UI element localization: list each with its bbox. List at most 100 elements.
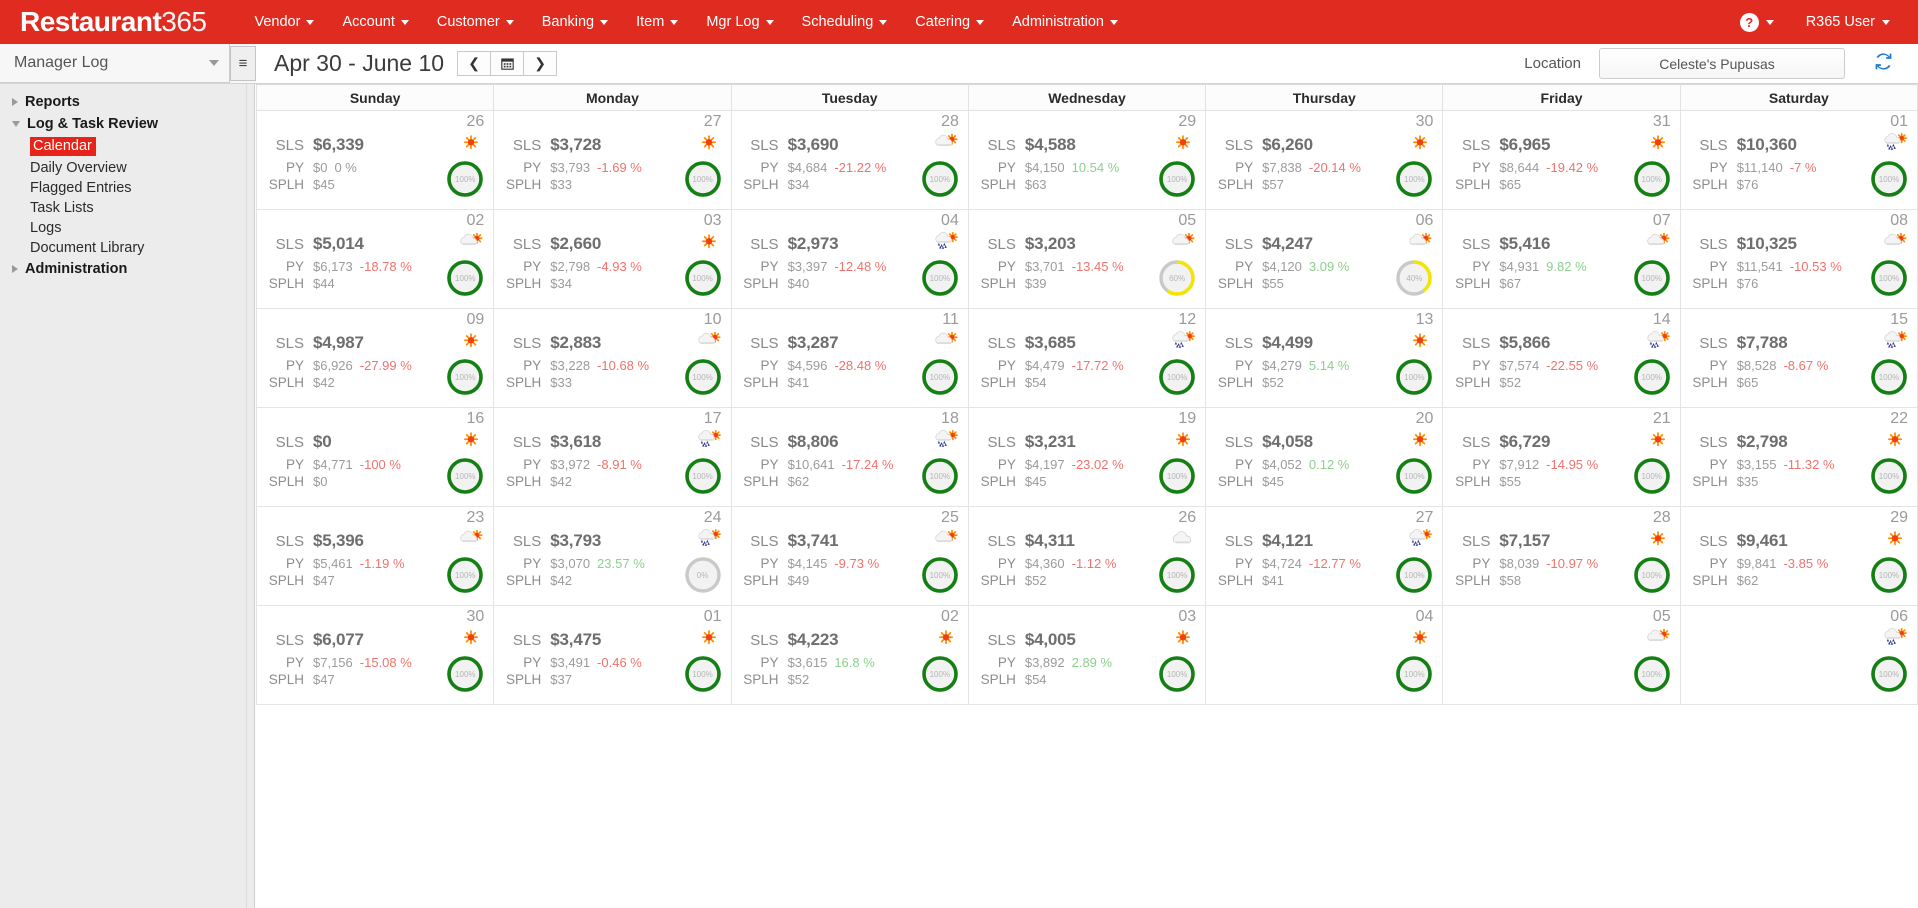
calendar-day-cell[interactable]: 04 100%	[1205, 605, 1444, 705]
nav-item-mgr-log[interactable]: Mgr Log	[692, 8, 787, 36]
task-completion-indicator[interactable]: 100%	[683, 159, 723, 199]
calendar-day-cell[interactable]: 11 100% SLS $3,287 PY $4,596 -28.48 % SPLH $41	[730, 308, 969, 408]
sidebar-item-document-library[interactable]: Document Library	[0, 238, 254, 258]
task-completion-indicator[interactable]: 100%	[445, 357, 485, 397]
task-completion-indicator[interactable]: 100%	[1869, 159, 1909, 199]
user-menu-button[interactable]: R365 User	[1788, 10, 1902, 34]
nav-item-catering[interactable]: Catering	[901, 8, 998, 36]
task-completion-indicator[interactable]: 100%	[683, 357, 723, 397]
task-completion-indicator[interactable]: 100%	[1869, 555, 1909, 595]
task-completion-indicator[interactable]: 100%	[1632, 258, 1672, 298]
calendar-day-cell[interactable]: 02 100% SLS $4,223 PY $3,615 16.8 % SPLH $52	[730, 605, 969, 705]
calendar-day-cell[interactable]: 26 100% SLS $4,311 PY $4,360 -1.12 % SPLH $52	[967, 506, 1207, 606]
calendar-day-cell[interactable]: 05 60% SLS $3,203 PY $3,701 -13.45 % SPLH $39	[967, 209, 1207, 309]
task-completion-indicator[interactable]: 100%	[920, 159, 960, 199]
calendar-day-cell[interactable]: 06 40% SLS $4,247 PY $4,120 3.09 % SPLH $55	[1205, 209, 1444, 309]
sidebar-item-task-lists[interactable]: Task Lists	[0, 198, 254, 218]
module-selector[interactable]: Manager Log	[0, 44, 230, 83]
calendar-day-cell[interactable]: 27 100% SLS $4,121 PY $4,724 -12.77 % SPLH $41	[1205, 506, 1444, 606]
sidebar-item-daily-overview[interactable]: Daily Overview	[0, 158, 254, 178]
task-completion-indicator[interactable]: 100%	[1869, 654, 1909, 694]
calendar-day-cell[interactable]: 18 100% SLS $8,806 PY $10,641 -17.24 % SPLH $62	[730, 407, 969, 507]
calendar-day-cell[interactable]: 16 100% SLS $0 PY $4,771 -100 % SPLH $0	[255, 407, 495, 507]
calendar-day-cell[interactable]: 26 100% SLS $6,339 PY $0 0 % SPLH $45	[255, 110, 495, 210]
task-completion-indicator[interactable]: 100%	[1632, 555, 1672, 595]
calendar-day-cell[interactable]: 22 100% SLS $2,798 PY $3,155 -11.32 % SPLH $35	[1679, 407, 1918, 507]
help-menu-button[interactable]: ?	[1730, 9, 1784, 36]
calendar-day-cell[interactable]: 19 100% SLS $3,231 PY $4,197 -23.02 % SPLH $45	[967, 407, 1207, 507]
calendar-day-cell[interactable]: 01 100% SLS $3,475 PY $3,491 -0.46 % SPLH $37	[493, 605, 732, 705]
task-completion-indicator[interactable]: 100%	[445, 258, 485, 298]
calendar-day-cell[interactable]: 25 100% SLS $3,741 PY $4,145 -9.73 % SPLH $49	[730, 506, 969, 606]
task-completion-indicator[interactable]: 100%	[1394, 456, 1434, 496]
task-completion-indicator[interactable]: 100%	[1394, 357, 1434, 397]
location-select[interactable]: Celeste's Pupusas	[1599, 48, 1845, 79]
refresh-button[interactable]	[1863, 51, 1904, 76]
task-completion-indicator[interactable]: 100%	[445, 654, 485, 694]
calendar-day-cell[interactable]: 28 100% SLS $3,690 PY $4,684 -21.22 % SPLH $34	[730, 110, 969, 210]
task-completion-indicator[interactable]: 100%	[1157, 654, 1197, 694]
task-completion-indicator[interactable]: 100%	[1869, 456, 1909, 496]
task-completion-indicator[interactable]: 100%	[1632, 654, 1672, 694]
calendar-day-cell[interactable]: 24 0% SLS $3,793 PY $3,070 23.57 % SPLH $42	[493, 506, 732, 606]
calendar-day-cell[interactable]: 03 100% SLS $2,660 PY $2,798 -4.93 % SPLH $34	[493, 209, 732, 309]
task-completion-indicator[interactable]: 100%	[1632, 159, 1672, 199]
calendar-day-cell[interactable]: 23 100% SLS $5,396 PY $5,461 -1.19 % SPLH $47	[255, 506, 495, 606]
nav-item-account[interactable]: Account	[328, 8, 422, 36]
task-completion-indicator[interactable]: 100%	[1632, 456, 1672, 496]
sidebar-group-reports[interactable]: Reports	[0, 91, 254, 113]
calendar-day-cell[interactable]: 13 100% SLS $4,499 PY $4,279 5.14 % SPLH $52	[1205, 308, 1444, 408]
nav-item-scheduling[interactable]: Scheduling	[788, 8, 902, 36]
calendar-day-cell[interactable]: 29 100% SLS $9,461 PY $9,841 -3.85 % SPLH $62	[1679, 506, 1918, 606]
task-completion-indicator[interactable]: 40%	[1394, 258, 1434, 298]
task-completion-indicator[interactable]: 100%	[920, 555, 960, 595]
calendar-day-cell[interactable]: 29 100% SLS $4,588 PY $4,150 10.54 % SPLH $63	[967, 110, 1207, 210]
calendar-day-cell[interactable]: 09 100% SLS $4,987 PY $6,926 -27.99 % SPLH $42	[255, 308, 495, 408]
task-completion-indicator[interactable]: 100%	[1157, 159, 1197, 199]
calendar-day-cell[interactable]: 21 100% SLS $6,729 PY $7,912 -14.95 % SPLH $55	[1442, 407, 1681, 507]
next-period-button[interactable]: ❯	[523, 51, 558, 76]
task-completion-indicator[interactable]: 100%	[683, 258, 723, 298]
task-completion-indicator[interactable]: 100%	[920, 357, 960, 397]
calendar-day-cell[interactable]: 28 100% SLS $7,157 PY $8,039 -10.97 % SPLH $58	[1442, 506, 1681, 606]
task-completion-indicator[interactable]: 100%	[1157, 555, 1197, 595]
nav-item-customer[interactable]: Customer	[423, 8, 528, 36]
calendar-day-cell[interactable]: 01 100% SLS $10,360 PY $11,140 -7 % SPLH $76	[1679, 110, 1918, 210]
sidebar-group-log-task-review[interactable]: Log & Task Review	[0, 113, 254, 135]
calendar-day-cell[interactable]: 04 100% SLS $2,973 PY $3,397 -12.48 % SPLH $40	[730, 209, 969, 309]
calendar-day-cell[interactable]: 30 100% SLS $6,260 PY $7,838 -20.14 % SPLH $57	[1205, 110, 1444, 210]
task-completion-indicator[interactable]: 100%	[445, 159, 485, 199]
task-completion-indicator[interactable]: 100%	[920, 258, 960, 298]
sidebar-scrollbar[interactable]	[246, 84, 254, 908]
task-completion-indicator[interactable]: 100%	[683, 456, 723, 496]
task-completion-indicator[interactable]: 100%	[1869, 258, 1909, 298]
task-completion-indicator[interactable]: 100%	[1157, 456, 1197, 496]
task-completion-indicator[interactable]: 100%	[1394, 555, 1434, 595]
calendar-day-cell[interactable]: 27 100% SLS $3,728 PY $3,793 -1.69 % SPLH $33	[493, 110, 732, 210]
calendar-day-cell[interactable]: 31 100% SLS $6,965 PY $8,644 -19.42 % SPLH $65	[1442, 110, 1681, 210]
sidebar-group-administration[interactable]: Administration	[0, 258, 254, 280]
sidebar-item-calendar[interactable]: Calendar	[0, 135, 254, 158]
calendar-picker-button[interactable]	[490, 51, 525, 76]
sidebar-item-flagged-entries[interactable]: Flagged Entries	[0, 178, 254, 198]
task-completion-indicator[interactable]: 100%	[445, 456, 485, 496]
calendar-day-cell[interactable]: 05 100%	[1442, 605, 1681, 705]
task-completion-indicator[interactable]: 100%	[1394, 159, 1434, 199]
task-completion-indicator[interactable]: 100%	[683, 654, 723, 694]
nav-item-item[interactable]: Item	[622, 8, 692, 36]
calendar-day-cell[interactable]: 06 100%	[1679, 605, 1918, 705]
calendar-day-cell[interactable]: 08 100% SLS $10,325 PY $11,541 -10.53 % SPLH $76	[1679, 209, 1918, 309]
calendar-day-cell[interactable]: 12 100% SLS $3,685 PY $4,479 -17.72 % SPLH $54	[967, 308, 1207, 408]
calendar-day-cell[interactable]: 17 100% SLS $3,618 PY $3,972 -8.91 % SPLH $42	[493, 407, 732, 507]
sidebar-item-logs[interactable]: Logs	[0, 218, 254, 238]
calendar-day-cell[interactable]: 15 100% SLS $7,788 PY $8,528 -8.67 % SPLH $65	[1679, 308, 1918, 408]
nav-item-administration[interactable]: Administration	[998, 8, 1132, 36]
calendar-day-cell[interactable]: 10 100% SLS $2,883 PY $3,228 -10.68 % SPLH $33	[493, 308, 732, 408]
app-logo[interactable]: Restaurant365	[20, 8, 207, 36]
sidebar-toggle-button[interactable]: ≡	[230, 46, 256, 81]
previous-period-button[interactable]: ❮	[457, 51, 492, 76]
task-completion-indicator[interactable]: 100%	[1632, 357, 1672, 397]
task-completion-indicator[interactable]: 100%	[1869, 357, 1909, 397]
task-completion-indicator[interactable]: 100%	[920, 654, 960, 694]
calendar-day-cell[interactable]: 02 100% SLS $5,014 PY $6,173 -18.78 % SPLH $44	[255, 209, 495, 309]
